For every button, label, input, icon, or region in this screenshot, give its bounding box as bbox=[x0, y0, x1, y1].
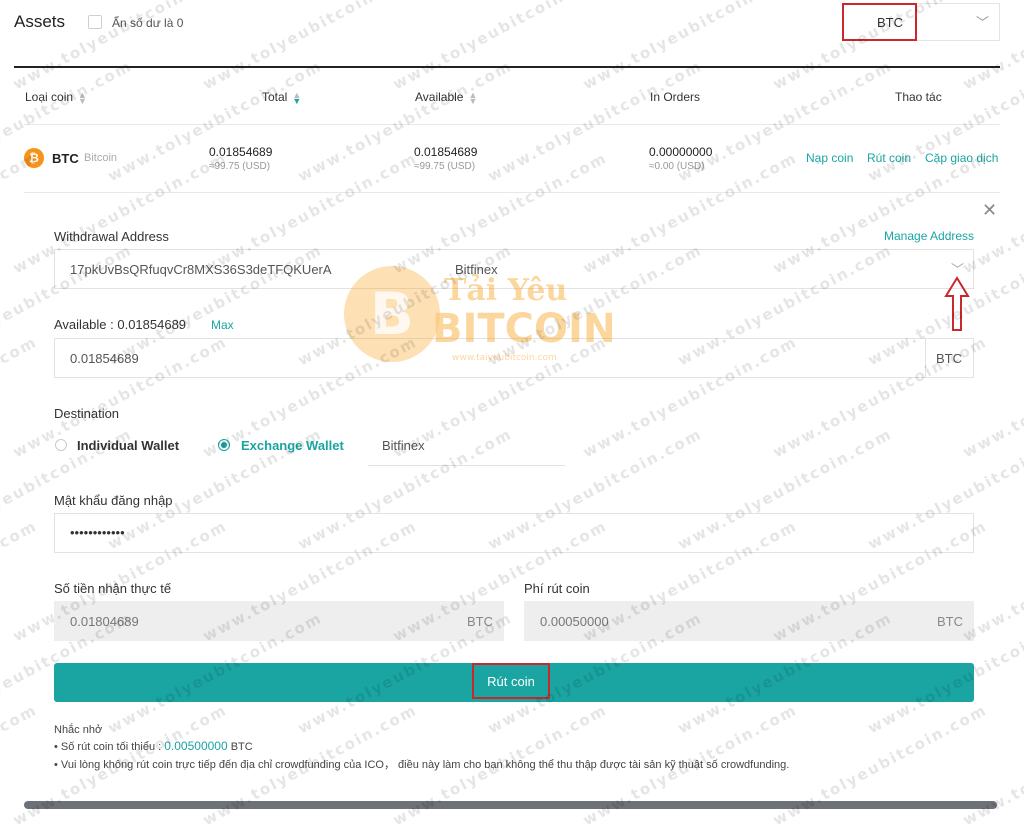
received-amount-label: Số tiền nhận thực tế bbox=[54, 581, 172, 596]
close-icon[interactable]: ✕ bbox=[982, 200, 997, 221]
withdrawal-address-select[interactable]: 17pkUvBsQRfuqvCr8MXS36S3deTFQKUerA Bitfi… bbox=[54, 249, 974, 289]
note-minimum: • Số rút coin tối thiểu : 0.00500000 BTC bbox=[54, 739, 253, 753]
in-orders-usd: ≈0.00 (USD) bbox=[649, 161, 705, 172]
watermark-text: www.tolyeubitcoin.com bbox=[864, 56, 1024, 186]
password-label: Mật khẩu đăng nhập bbox=[54, 493, 173, 508]
available-usd: ≈99.75 (USD) bbox=[414, 161, 476, 172]
available-label: Available : 0.01854689 bbox=[54, 317, 187, 332]
coin-symbol: BTC bbox=[52, 151, 79, 166]
watermark-text: www.tolyeubitcoin.com bbox=[389, 0, 611, 94]
note-title: Nhắc nhở bbox=[54, 724, 103, 736]
coin-name: Bitcoin bbox=[84, 152, 118, 164]
watermark-text: www.tolyeubitcoin.com bbox=[865, 0, 1024, 1]
watermark-text: www.tolyeubitcoin.com bbox=[579, 0, 801, 94]
max-link[interactable]: Max bbox=[211, 318, 234, 332]
column-header-available[interactable]: Available ▲ ▼ bbox=[415, 89, 478, 106]
watermark-text: www.tolyeubitcoin.com bbox=[0, 56, 136, 186]
note-warning: • Vui lòng không rút coin trực tiếp đến … bbox=[54, 759, 790, 771]
sort-icon: ▲ ▼ bbox=[468, 89, 478, 106]
horizontal-scrollbar[interactable] bbox=[24, 801, 997, 809]
sort-icon: ▲ ▼ bbox=[78, 89, 87, 106]
header-divider bbox=[14, 66, 1000, 68]
row-divider bbox=[24, 192, 1000, 193]
red-up-arrow-icon bbox=[944, 276, 970, 331]
exchange-wallet-radio[interactable] bbox=[218, 439, 230, 451]
column-header-in-orders: In Orders bbox=[650, 90, 701, 104]
hide-zero-checkbox[interactable] bbox=[88, 15, 102, 29]
bitcoin-icon: ₿ bbox=[24, 148, 44, 168]
chevron-down-icon: ﹀ bbox=[975, 15, 989, 30]
deposit-link[interactable]: Nạp coin bbox=[806, 151, 853, 165]
available-value: 0.01854689 bbox=[414, 145, 478, 159]
amount-unit: BTC bbox=[925, 338, 974, 378]
column-header-coin[interactable]: Loại coin ▲ ▼ bbox=[25, 89, 87, 106]
coin-select-value: BTC bbox=[877, 15, 903, 30]
individual-wallet-radio[interactable] bbox=[55, 439, 67, 451]
address-value: 17pkUvBsQRfuqvCr8MXS36S3deTFQKUerA bbox=[70, 262, 332, 277]
hide-zero-label: Ẩn số dư là 0 bbox=[112, 16, 184, 30]
exchange-name-field[interactable]: Bitfinex bbox=[368, 425, 565, 466]
watermark-text: www.tolyeubitcoin.com bbox=[674, 56, 896, 186]
individual-wallet-label[interactable]: Individual Wallet bbox=[77, 438, 179, 453]
watermark-text: www.tolyeubitcoin.com bbox=[294, 56, 516, 186]
watermark-text: www.tolyeubitcoin.com bbox=[105, 0, 325, 1]
password-input[interactable]: •••••••••••• bbox=[54, 513, 974, 553]
destination-label: Destination bbox=[54, 406, 120, 421]
watermark-text: www.tolyeubitcoin.com bbox=[485, 0, 705, 1]
submit-label: Rút coin bbox=[472, 663, 550, 699]
withdrawal-address-label: Withdrawal Address bbox=[54, 229, 169, 244]
row-divider bbox=[24, 124, 1000, 125]
received-amount-field: 0.01804689 BTC bbox=[54, 601, 504, 641]
trade-pair-link[interactable]: Cặp giao dịch bbox=[925, 151, 998, 165]
page-title: Assets bbox=[14, 12, 66, 31]
withdraw-submit-button[interactable]: Rút coin bbox=[54, 663, 974, 702]
watermark-text: www.tolyeubitcoin.com bbox=[0, 332, 41, 462]
manage-address-link[interactable]: Manage Address bbox=[884, 229, 974, 243]
exchange-wallet-label[interactable]: Exchange Wallet bbox=[241, 438, 344, 453]
total-value: 0.01854689 bbox=[209, 145, 273, 159]
watermark-text: www.tolyeubitcoin.com bbox=[0, 0, 135, 1]
sort-icon: ▲ ▼ bbox=[292, 89, 302, 106]
fee-field: 0.00050000 BTC bbox=[524, 601, 974, 641]
watermark-text: www.tolyeubitcoin.com bbox=[675, 0, 895, 1]
in-orders-value: 0.00000000 bbox=[649, 145, 713, 159]
column-header-actions: Thao tác bbox=[895, 90, 942, 104]
coin-select[interactable]: BTC ﹀ bbox=[842, 3, 1000, 41]
fee-label: Phí rút coin bbox=[524, 581, 590, 596]
total-usd: ≈99.75 (USD) bbox=[209, 161, 271, 172]
watermark-text: www.tolyeubitcoin.com bbox=[199, 0, 421, 94]
watermark-text: www.tolyeubitcoin.com bbox=[0, 516, 41, 646]
watermark-text: www.tolyeubitcoin.com bbox=[295, 0, 515, 1]
column-header-total[interactable]: Total ▲ ▼ bbox=[262, 89, 302, 106]
withdraw-link[interactable]: Rút coin bbox=[867, 151, 911, 165]
address-tag: Bitfinex bbox=[455, 262, 498, 277]
amount-input[interactable]: 0.01854689 bbox=[54, 338, 926, 378]
